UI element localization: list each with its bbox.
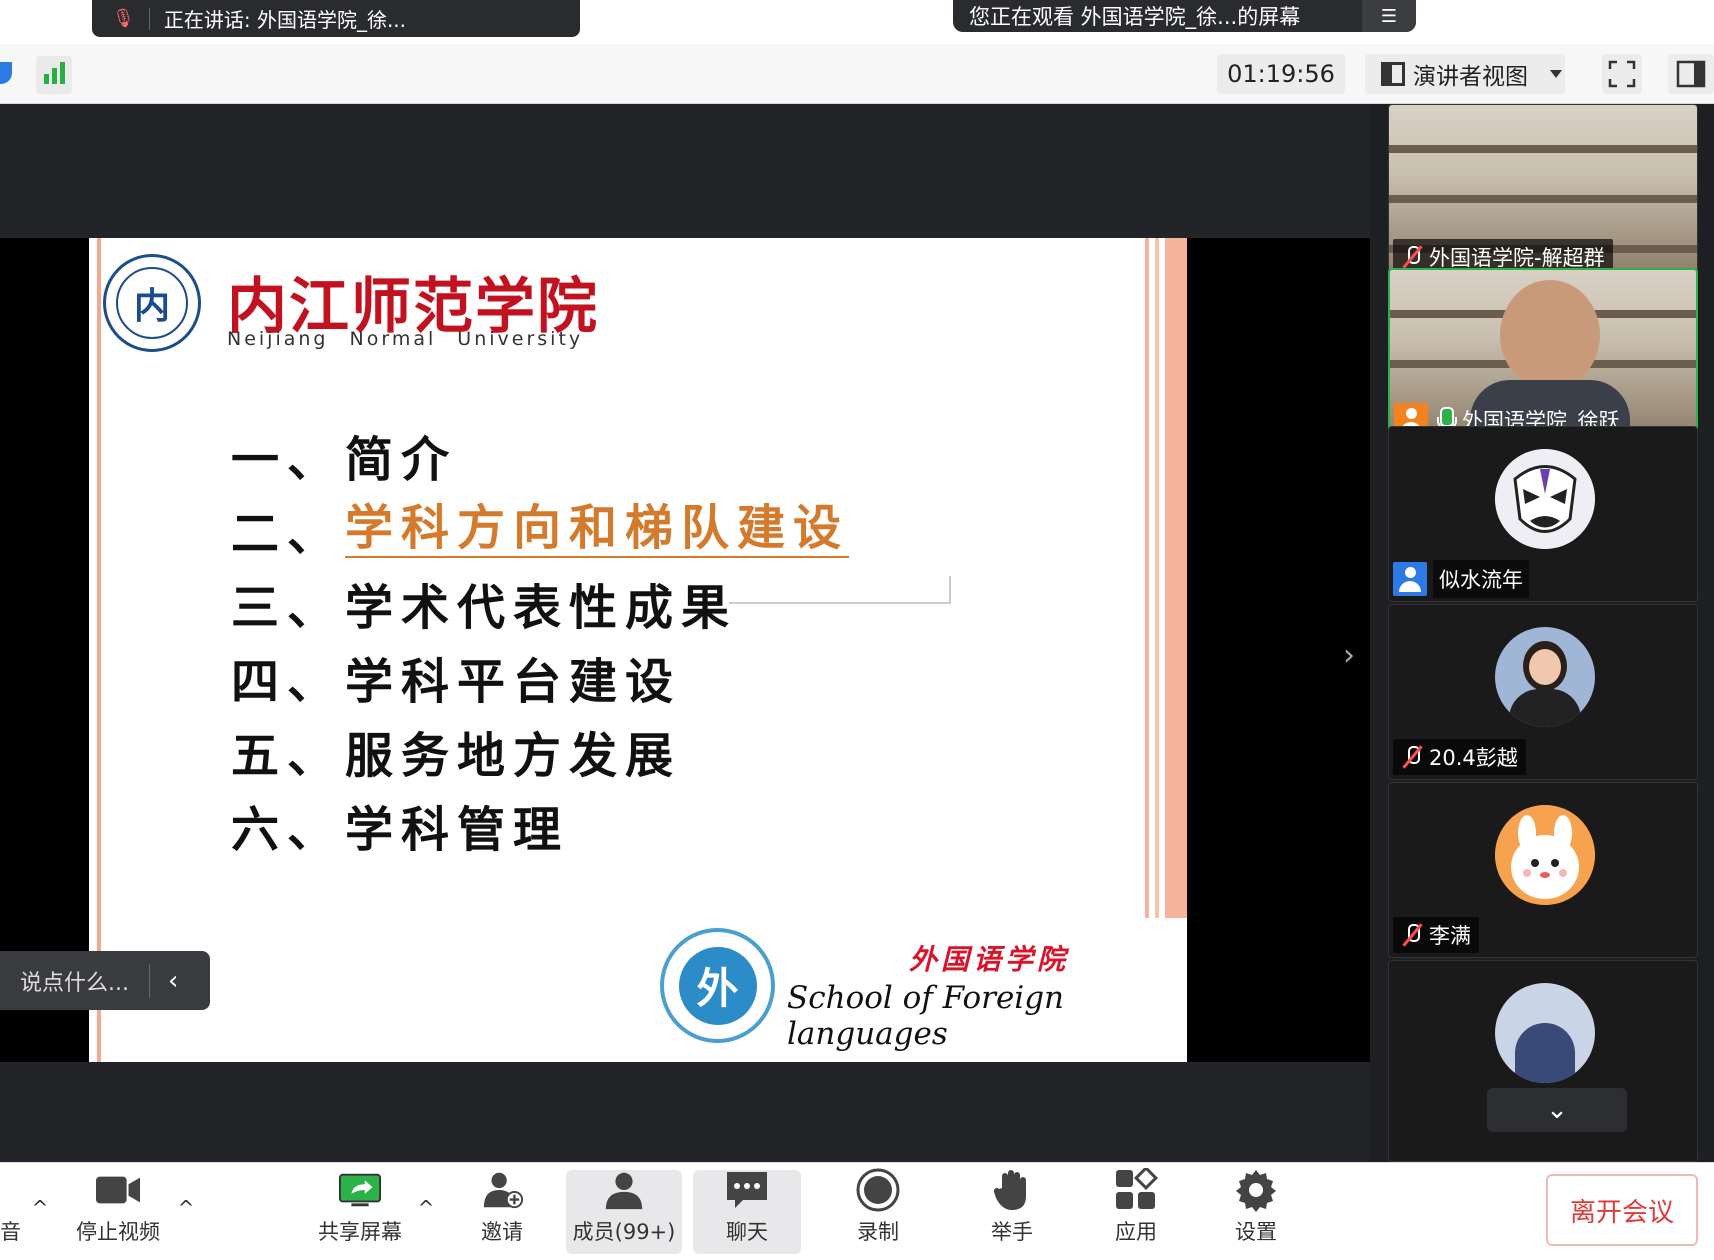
- view-mode-dropdown[interactable]: 演讲者视图: [1365, 54, 1565, 94]
- cartoon-bunny-icon: [1495, 805, 1595, 905]
- video-options-caret-icon[interactable]: ^: [176, 1196, 196, 1220]
- participant-tile[interactable]: 似水流年: [1388, 426, 1698, 602]
- avatar: [1495, 983, 1595, 1083]
- chevron-right-icon[interactable]: ›: [1343, 638, 1355, 673]
- invite-button[interactable]: 邀请: [466, 1170, 538, 1254]
- link-hover-outline: [729, 576, 951, 604]
- participant-label: 20.4彭越: [1393, 739, 1526, 775]
- speaking-banner: 🎙 正在讲话: 外国语学院_徐...: [92, 0, 580, 37]
- university-seal-logo: 内: [103, 254, 201, 352]
- mic-muted-icon: [1401, 923, 1423, 947]
- comment-placeholder: 说点什么...: [20, 970, 129, 996]
- fullscreen-icon: [1608, 60, 1636, 88]
- apps-grid-icon: [1114, 1168, 1158, 1210]
- record-icon: [856, 1168, 900, 1212]
- raise-hand-button[interactable]: 举手: [976, 1170, 1048, 1254]
- apps-button[interactable]: 应用: [1100, 1168, 1172, 1254]
- share-options-caret-icon[interactable]: ^: [416, 1196, 436, 1220]
- viewing-text: 您正在观看 外国语学院_徐...的屏幕: [969, 5, 1301, 29]
- fullscreen-button[interactable]: [1602, 54, 1642, 94]
- participant-label: 似水流年: [1393, 560, 1529, 598]
- gear-icon: [1234, 1170, 1278, 1212]
- participant-tile-active-speaker[interactable]: 外国语学院_徐跃: [1388, 268, 1698, 444]
- share-screen-button[interactable]: 共享屏幕: [310, 1170, 410, 1254]
- slide-left-border: [97, 238, 101, 1062]
- toc-item: 一、 简介: [231, 432, 458, 488]
- university-name-en: Neijiang Normal University: [227, 328, 584, 350]
- presentation-slide: 内 内江师范学院 Neijiang Normal University 一、 简介…: [89, 238, 1187, 1062]
- view-options-icon[interactable]: ☰: [1362, 0, 1416, 32]
- avatar: [1495, 805, 1595, 905]
- record-button[interactable]: 录制: [842, 1168, 914, 1254]
- participant-tile[interactable]: 20.4彭越: [1388, 604, 1698, 780]
- divider: [148, 963, 150, 998]
- side-panel-icon: [1676, 60, 1706, 88]
- participant-tile[interactable]: 外国语学院-解超群: [1388, 104, 1698, 280]
- toc-item: 五、 服务地方发展: [231, 728, 682, 784]
- add-person-icon: [480, 1170, 524, 1210]
- view-mode-label: 演讲者视图: [1413, 64, 1528, 90]
- audio-button[interactable]: 音: [0, 1170, 21, 1254]
- members-button[interactable]: 成员(99+): [566, 1170, 682, 1254]
- chat-bubble-icon: [725, 1170, 769, 1210]
- meeting-timer: 01:19:56: [1217, 54, 1345, 94]
- participant-gallery: 外国语学院-解超群 外国语学院_徐跃 似水流年 20.4彭越 李满: [1370, 104, 1714, 1162]
- share-screen-icon: [338, 1170, 382, 1210]
- comment-input[interactable]: 说点什么... ‹: [0, 951, 210, 1010]
- chevron-down-icon: [1550, 70, 1562, 78]
- school-logo: 外: [660, 928, 775, 1043]
- avatar: [1495, 627, 1595, 727]
- toc-item-highlighted: 二、 学科方向和梯队建设: [231, 500, 850, 562]
- network-signal-icon[interactable]: [36, 56, 72, 94]
- stop-video-button[interactable]: 停止视频: [70, 1170, 166, 1254]
- school-name-en: School of Foreign languages: [787, 980, 1065, 1052]
- divider: [148, 7, 150, 30]
- members-icon: [602, 1170, 646, 1210]
- participant-label: 李满: [1393, 917, 1479, 953]
- side-panel-button[interactable]: [1668, 54, 1714, 94]
- person-icon: [1393, 562, 1427, 596]
- mic-muted-icon: [1401, 245, 1423, 269]
- audio-options-caret-icon[interactable]: ^: [30, 1196, 50, 1220]
- chat-button[interactable]: 聊天: [693, 1170, 801, 1254]
- avatar: [1495, 449, 1595, 549]
- speaking-text: 正在讲话: 外国语学院_徐...: [163, 8, 407, 32]
- viewing-banner[interactable]: 您正在观看 外国语学院_徐...的屏幕 ☰: [953, 0, 1416, 32]
- mic-muted-icon: 🎙: [112, 8, 135, 29]
- opera-mask-icon: [1495, 449, 1595, 549]
- table-of-contents: 一、 简介 二、 学科方向和梯队建设 三、 学术代表性成果 四、 学科平台建设 五、 服务…: [231, 418, 850, 862]
- settings-button[interactable]: 设置: [1220, 1170, 1292, 1254]
- toc-item: 六、 学科管理: [231, 802, 570, 858]
- mic-muted-icon: [1401, 745, 1423, 769]
- school-name-zh: 外国语学院: [909, 943, 1070, 976]
- slide-right-stripes: [1139, 238, 1187, 918]
- leave-meeting-button[interactable]: 离开会议: [1546, 1174, 1698, 1246]
- toc-item: 四、 学科平台建设: [231, 654, 682, 710]
- scroll-down-button[interactable]: ⌄: [1487, 1088, 1627, 1132]
- chevron-down-icon: ⌄: [1546, 1095, 1568, 1125]
- speaker-view-icon: [1381, 62, 1405, 86]
- chevron-left-icon[interactable]: ‹: [168, 966, 178, 996]
- hand-icon: [990, 1170, 1034, 1210]
- video-camera-icon: [96, 1170, 140, 1210]
- participant-tile[interactable]: 李满: [1388, 782, 1698, 958]
